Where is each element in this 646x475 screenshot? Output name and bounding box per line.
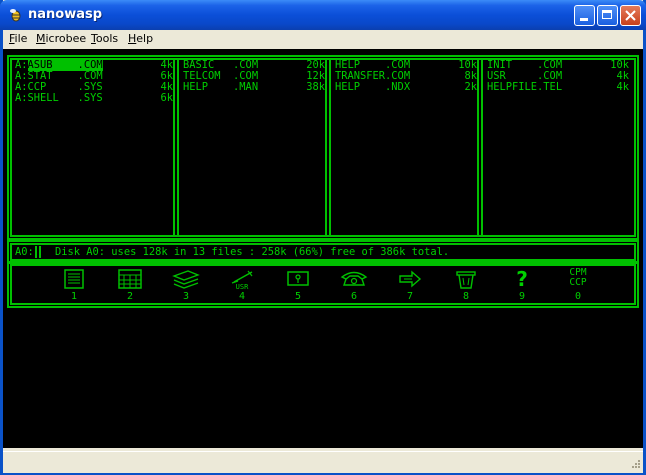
- status-bar: [3, 451, 643, 473]
- file-size: 38k: [306, 81, 325, 93]
- file-name: HELP .MAN: [183, 81, 259, 93]
- tool-number-label: 7: [406, 291, 414, 302]
- file-entry[interactable]: HELPFILE.TEL 4k: [487, 82, 629, 93]
- maximize-button[interactable]: [597, 5, 618, 26]
- title-bar[interactable]: nanowasp: [0, 0, 646, 30]
- app-window: nanowasp File Microbee Tools Help A:ASUB: [0, 0, 646, 475]
- column-divider: [177, 58, 179, 237]
- file-column-4: INIT .COM 10k USR .COM 4k HELPFILE.TEL 4k: [487, 60, 629, 93]
- menu-bar: File Microbee Tools Help: [3, 30, 643, 48]
- resize-grip-icon[interactable]: [629, 459, 641, 471]
- svg-text:?: ?: [516, 267, 528, 290]
- file-size: 2k: [464, 81, 477, 93]
- cursor-bar: [39, 246, 41, 258]
- file-entry[interactable]: A:SHELL .SYS 6k: [15, 93, 173, 104]
- file-entry[interactable]: HELP .NDX 2k: [335, 82, 477, 93]
- help-icon: ?: [516, 267, 528, 291]
- tool-0-button[interactable]: CPM CCP: [558, 268, 598, 288]
- cursor-bar: [35, 246, 37, 258]
- menu-tools[interactable]: Tools: [91, 32, 118, 45]
- tool-number-label: 5: [294, 291, 302, 302]
- emulator-screen[interactable]: A:ASUB .COM 4k A:STAT .COM 6k A:CCP .SYS 4k A:…: [3, 49, 643, 448]
- tool-number-label: 2: [126, 291, 134, 302]
- column-divider: [173, 58, 175, 237]
- menu-help[interactable]: Help: [128, 32, 153, 45]
- document-icon: [64, 269, 84, 289]
- calculator-icon: [118, 269, 142, 289]
- file-column-2: BASIC .COM 20k TELCOM .COM 12k HELP .MAN 38k: [183, 60, 325, 93]
- menu-microbee[interactable]: Microbee: [36, 32, 86, 45]
- column-divider: [325, 58, 327, 237]
- file-column-1: A:ASUB .COM 4k A:STAT .COM 6k A:CCP .SYS 4k A:…: [15, 59, 173, 104]
- column-divider: [477, 58, 479, 237]
- file-name: A:SHELL .SYS: [15, 92, 103, 104]
- status-message: Disk A0: uses 128k in 13 files : 258k (6…: [55, 246, 450, 258]
- disk-icon: [287, 271, 309, 286]
- window-title: nanowasp: [28, 7, 103, 22]
- tool-number-label: 3: [182, 291, 190, 302]
- file-entry[interactable]: HELP .MAN 38k: [183, 82, 325, 93]
- tool-number-label: 4: [238, 291, 246, 302]
- file-size: 4k: [616, 81, 629, 93]
- stack-icon: [172, 270, 200, 289]
- tool-number-label: 8: [462, 291, 470, 302]
- status-prompt: A0:: [15, 246, 34, 258]
- minimize-button[interactable]: [574, 5, 595, 26]
- svg-text:USR: USR: [236, 283, 249, 290]
- file-column-3: HELP .COM 10k TRANSFER.COM 8k HELP .NDX 2k: [335, 60, 477, 93]
- minimize-icon: [580, 18, 588, 21]
- toolbar-frame-inner: [10, 264, 636, 305]
- file-name: HELPFILE.TEL: [487, 81, 563, 93]
- close-button[interactable]: [620, 5, 641, 26]
- telephone-icon: [340, 271, 368, 286]
- maximize-icon: [602, 10, 612, 19]
- file-size: 6k: [160, 92, 173, 104]
- column-divider: [329, 58, 331, 237]
- tool-number-label: 0: [574, 291, 582, 302]
- file-name: HELP .NDX: [335, 81, 411, 93]
- tool-9-button[interactable]: ?: [502, 266, 542, 294]
- menu-file[interactable]: File: [9, 32, 27, 45]
- tool-number-label: 6: [350, 291, 358, 302]
- app-icon: [10, 9, 21, 22]
- trash-icon: [456, 271, 476, 289]
- usr-pen-icon: USR: [231, 270, 253, 291]
- tool-number-label: 9: [518, 291, 526, 302]
- close-icon: [625, 10, 636, 21]
- tool-number-label: 1: [70, 291, 78, 302]
- column-divider: [481, 58, 483, 237]
- cpm-ccp-icon: CPM CCP: [569, 267, 587, 288]
- transfer-icon: [399, 270, 422, 288]
